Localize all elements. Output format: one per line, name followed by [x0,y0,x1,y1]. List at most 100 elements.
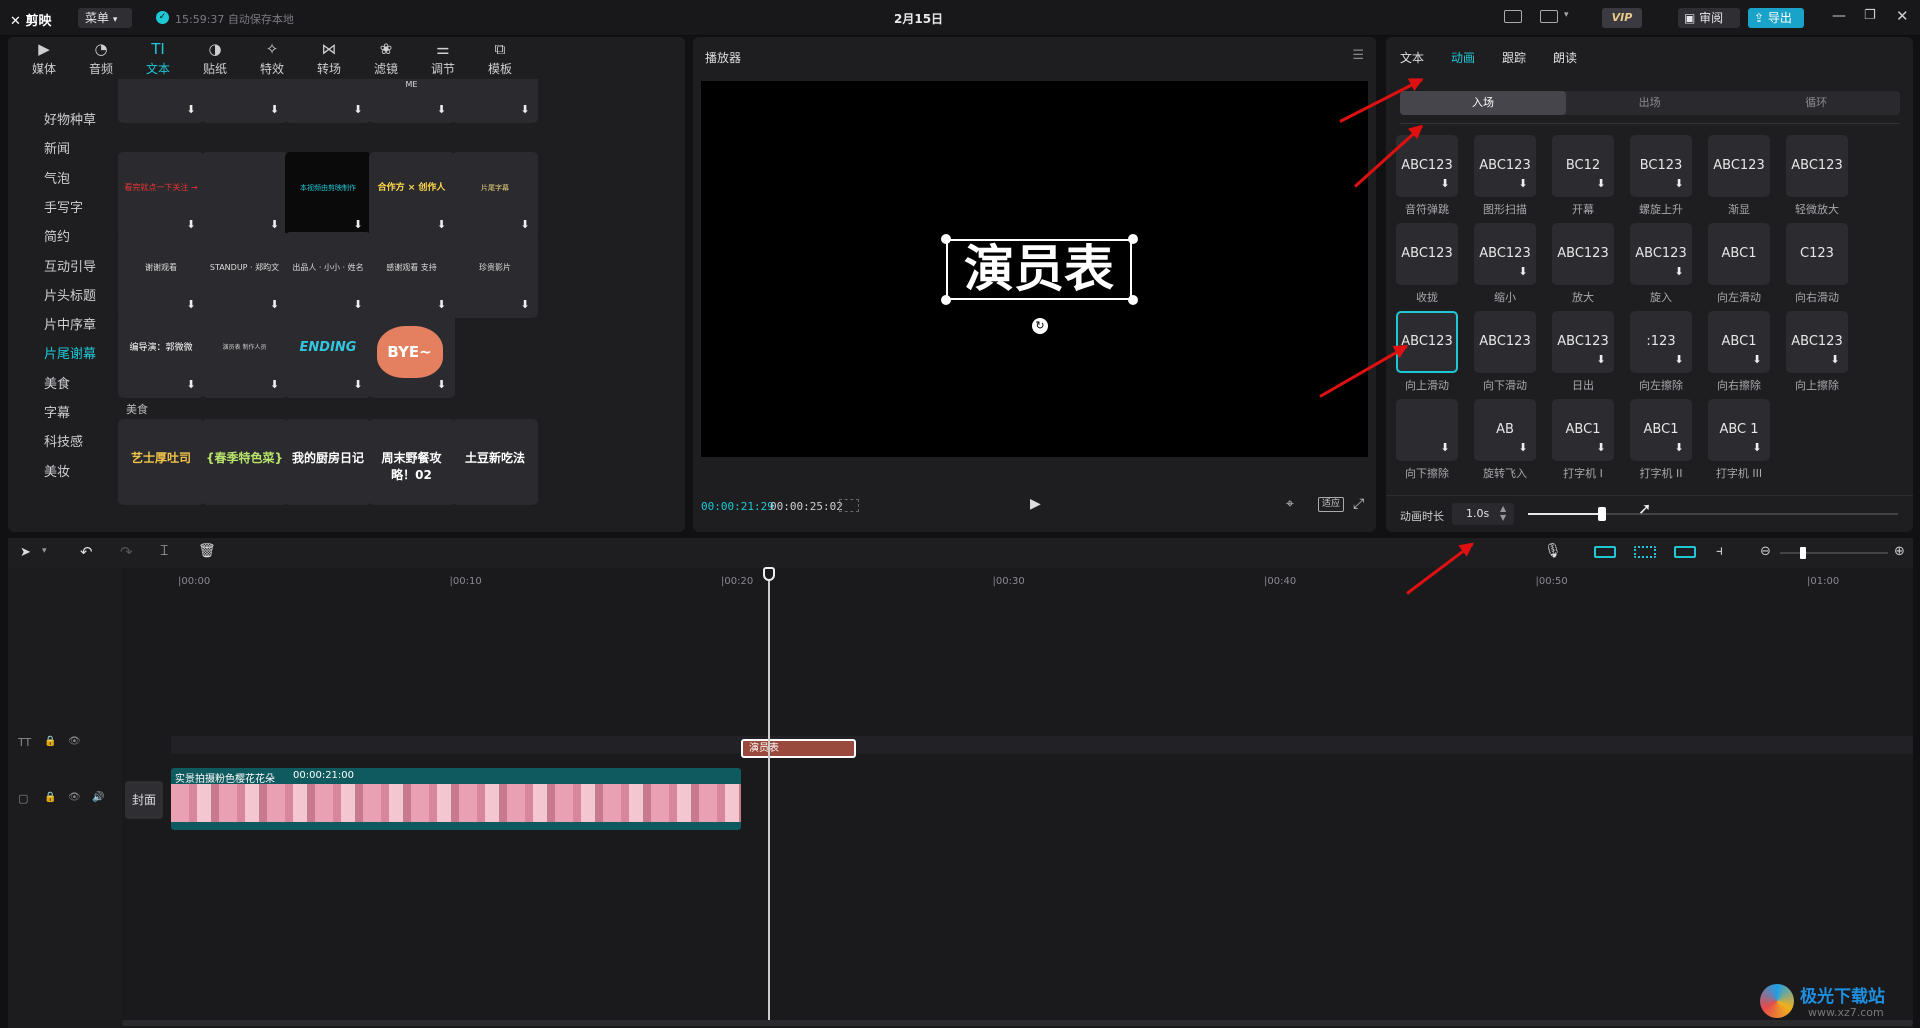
horizontal-scrollbar[interactable] [122,1020,1913,1026]
keyboard-icon[interactable] [1504,10,1522,23]
lock-icon[interactable]: 🔒 [44,792,56,803]
animation-preset[interactable]: ABC123 ⬇ [1474,135,1536,197]
rotate-icon[interactable]: ↻ [1032,318,1048,334]
layout-icon[interactable] [1540,10,1558,23]
category-item[interactable]: 片头标题 [44,285,96,304]
animation-preset[interactable]: ABC123 ⬇ [1630,223,1692,285]
tab-sticker[interactable]: ◑ 贴纸 [187,37,243,77]
template-tile[interactable]: 看完就点一下关注 → ⬇ [118,152,204,238]
template-tile[interactable]: 谢谢观看 ⬇ [118,232,204,318]
stepper-icon[interactable]: ▲ ▼ [1500,504,1506,522]
animation-preset[interactable]: ABC123 [1552,223,1614,285]
minimize-icon[interactable]: — [1832,8,1846,24]
animation-preset[interactable]: :123 ⬇ [1630,311,1692,373]
zoom-slider[interactable] [1780,547,1888,559]
animation-preset[interactable]: ABC123 [1474,311,1536,373]
template-tile[interactable]: 我的厨房日记 [285,419,371,505]
download-icon[interactable]: ⬇ [1672,177,1686,191]
restore-icon[interactable]: ❐ [1864,8,1876,23]
animation-preset[interactable]: ABC123 ⬇ [1396,135,1458,197]
download-icon[interactable]: ⬇ [351,218,365,232]
zoom-out-icon[interactable]: ⊖ [1760,544,1771,559]
template-tile[interactable]: 本视频由剪映制作 ⬇ [285,152,371,238]
download-icon[interactable]: ⬇ [268,103,282,117]
download-icon[interactable]: ⬇ [435,218,449,232]
template-tile[interactable]: ENDING ⬇ [285,312,371,398]
download-icon[interactable]: ⬇ [351,103,365,117]
download-icon[interactable]: ⬇ [435,378,449,392]
video-clip[interactable]: 实景拍摄粉色樱花花朵 00:00:21:00 [171,768,741,830]
lock-icon[interactable]: 🔒 [44,736,56,747]
property-tab[interactable]: 文本 [1400,49,1424,66]
download-icon[interactable]: ⬇ [351,298,365,312]
template-tile[interactable]: 片尾字幕 ⬇ [452,152,538,238]
animation-preset[interactable]: ⬇ [1396,399,1458,461]
category-item[interactable]: 手写字 [44,197,83,216]
tab-effects[interactable]: ✧ 特效 [244,37,300,77]
template-tile[interactable]: {春季特色菜} [201,419,288,505]
template-tile[interactable]: 视频素材来源于网络⬇ [118,79,204,123]
video-canvas[interactable]: 演员表 ↻ [701,81,1368,457]
template-tile[interactable]: 演员表 制作人员 ⬇ [201,312,288,398]
tab-text[interactable]: TI 文本 [130,37,186,77]
animation-preset[interactable]: C123 [1786,223,1848,285]
category-item[interactable]: 片尾谢幕 [44,343,96,362]
animation-preset[interactable]: ABC123 ⬇ [1786,311,1848,373]
download-icon[interactable]: ⬇ [1516,177,1530,191]
animation-preset[interactable]: AB ⬇ [1474,399,1536,461]
tab-transition[interactable]: ⋈ 转场 [301,37,357,77]
tab-filter[interactable]: ❀ 滤镜 [358,37,414,77]
animation-preset[interactable]: BC123 ⬇ [1630,135,1692,197]
resize-handle[interactable] [1128,295,1138,305]
auto-snap-icon[interactable] [1634,546,1656,558]
menu-icon[interactable]: ☰ [1352,48,1364,63]
category-item[interactable]: 气泡 [44,168,70,187]
microphone-icon[interactable]: 🎙 [1544,543,1562,559]
property-tab[interactable]: 跟踪 [1502,49,1526,66]
category-item[interactable]: 新闻 [44,138,70,157]
template-tile[interactable]: 编导演：郭微微 ⬇ [118,312,204,398]
duration-input[interactable]: 1.0s ▲ ▼ [1452,503,1514,525]
download-icon[interactable]: ⬇ [1672,441,1686,455]
download-icon[interactable]: ⬇ [1672,353,1686,367]
download-icon[interactable]: ⬇ [1516,265,1530,279]
animation-preset[interactable]: ABC 1 ⬇ [1708,399,1770,461]
category-item[interactable]: 好物种草 [44,109,96,128]
download-icon[interactable]: ⬇ [351,378,365,392]
download-icon[interactable]: ⬇ [1750,441,1764,455]
template-tile[interactable]: 周末野餐攻略！02 [368,419,455,505]
text-clip[interactable]: 演员表 [741,739,856,758]
property-tab[interactable]: 朗读 [1553,49,1577,66]
playhead[interactable] [768,572,770,1024]
download-icon[interactable]: ⬇ [1828,353,1842,367]
download-icon[interactable]: ⬇ [268,378,282,392]
download-icon[interactable]: ⬇ [518,103,532,117]
delete-icon[interactable]: 🗑 [198,543,216,559]
tab-adjust[interactable]: ⚌ 调节 [415,37,471,77]
template-tile[interactable]: 合作方 × 创作人 ⬇ [368,152,455,238]
main-track-magnet-icon[interactable] [1594,546,1616,558]
template-tile[interactable]: 艺士厚吐司 [118,419,204,505]
screenshot-icon[interactable]: ⌖ [1286,496,1294,512]
animation-preset[interactable]: ABC1 [1708,223,1770,285]
download-icon[interactable]: ⬇ [184,218,198,232]
redo-icon[interactable]: ↷ [120,543,133,561]
review-button[interactable]: ▣ 审阅 [1678,8,1740,28]
zoom-in-icon[interactable]: ⊕ [1894,544,1905,559]
template-tile[interactable]: 珍贵影片 ⬇ [452,232,538,318]
category-item[interactable]: 简约 [44,226,70,245]
duration-slider-thumb[interactable] [1598,507,1607,521]
template-tile[interactable]: VIDEO MADE BY ME ⬇ [368,79,455,123]
category-item[interactable]: 互动引导 [44,256,96,275]
template-tile[interactable]: @你的用户名_meng⬇ [285,79,371,123]
category-item[interactable]: 美食 [44,373,70,392]
template-tile[interactable]: BYE~ ⬇ [368,312,455,398]
animation-subtab[interactable]: 入场 [1400,91,1566,115]
template-tile[interactable]: 出品人 · 小小 · 姓名 ⬇ [285,232,371,318]
resize-handle[interactable] [941,295,951,305]
template-tile[interactable]: 感谢观看 支持 ⬇ [368,232,455,318]
tab-media[interactable]: ▶ 媒体 [16,37,72,77]
animation-preset[interactable]: ABC123 [1786,135,1848,197]
duration-slider[interactable] [1528,507,1898,521]
category-item[interactable]: 美妆 [44,461,70,480]
